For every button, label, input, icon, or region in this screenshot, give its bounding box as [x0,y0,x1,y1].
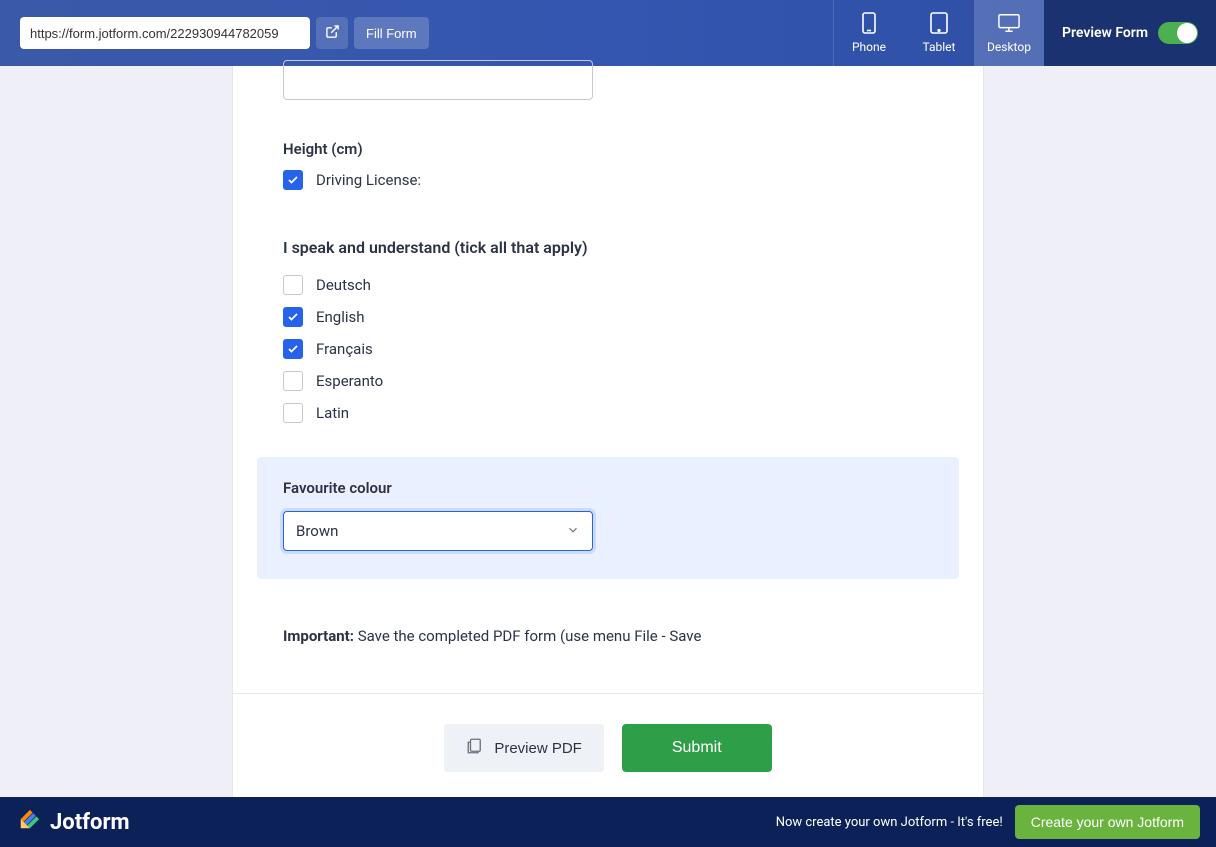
lang-row-latin: Latin [283,403,933,423]
device-tab-desktop[interactable]: Desktop [974,0,1044,66]
device-tab-tablet[interactable]: Tablet [904,0,974,66]
external-link-icon [325,24,340,43]
preview-form-section: Preview Form [1044,0,1216,66]
driving-license-row: Driving License: [283,170,933,190]
colour-value: Brown [296,522,338,540]
top-toolbar: Fill Form Phone Tablet Desktop Preview F… [0,0,1216,66]
device-tab-phone[interactable]: Phone [834,0,904,66]
footer-cta-text: Now create your own Jotform - It's free! [776,815,1003,830]
checkbox-deutsch[interactable] [283,275,303,295]
important-note: Important: Save the completed PDF form (… [283,627,933,645]
chevron-down-icon [566,522,580,541]
languages-title: I speak and understand (tick all that ap… [283,238,933,257]
checkbox-english[interactable] [283,307,303,327]
preview-form-label: Preview Form [1062,25,1148,41]
pdf-icon [466,737,484,759]
tablet-icon [928,12,950,34]
pencil-icon [16,807,42,837]
lang-label: Français [316,340,373,358]
create-jotform-button[interactable]: Create your own Jotform [1015,805,1200,839]
device-label: Desktop [987,40,1031,54]
form-panel: Height (cm) Driving License: I speak and… [232,66,984,815]
colour-label: Favourite colour [283,479,933,497]
form-container: Height (cm) Driving License: I speak and… [0,66,1216,815]
colour-select[interactable]: Brown [283,511,593,551]
footer-bar: Jotform Now create your own Jotform - It… [0,797,1216,847]
submit-button[interactable]: Submit [622,724,772,772]
footer-logo[interactable]: Jotform [16,807,130,837]
lang-label: Deutsch [316,276,371,294]
important-label: Important: [283,627,354,645]
checkbox-latin[interactable] [283,403,303,423]
footer-brand-text: Jotform [50,810,130,835]
url-input[interactable] [20,17,310,49]
lang-label: English [316,308,365,326]
device-tabs: Phone Tablet Desktop [833,0,1044,66]
device-label: Phone [852,40,886,54]
lang-label: Latin [316,404,349,422]
phone-icon [858,12,880,34]
height-label: Height (cm) [283,140,933,158]
lang-row-esperanto: Esperanto [283,371,933,391]
previous-input-field[interactable] [283,60,593,100]
lang-row-english: English [283,307,933,327]
important-body: Save the completed PDF form (use menu Fi… [354,627,701,645]
favourite-colour-block: Favourite colour Brown [257,457,959,579]
checkbox-francais[interactable] [283,339,303,359]
driving-license-checkbox[interactable] [283,170,303,190]
lang-row-deutsch: Deutsch [283,275,933,295]
device-label: Tablet [922,40,955,54]
preview-pdf-button[interactable]: Preview PDF [444,724,604,772]
lang-label: Esperanto [316,372,383,390]
checkbox-esperanto[interactable] [283,371,303,391]
lang-row-francais: Français [283,339,933,359]
button-row: Preview PDF Submit [283,694,933,772]
fill-form-button[interactable]: Fill Form [354,17,429,49]
driving-license-label: Driving License: [316,171,421,189]
preview-toggle[interactable] [1158,22,1198,44]
toggle-knob [1177,23,1197,43]
open-link-button[interactable] [316,17,348,49]
desktop-icon [998,12,1020,34]
preview-pdf-label: Preview PDF [494,740,582,757]
